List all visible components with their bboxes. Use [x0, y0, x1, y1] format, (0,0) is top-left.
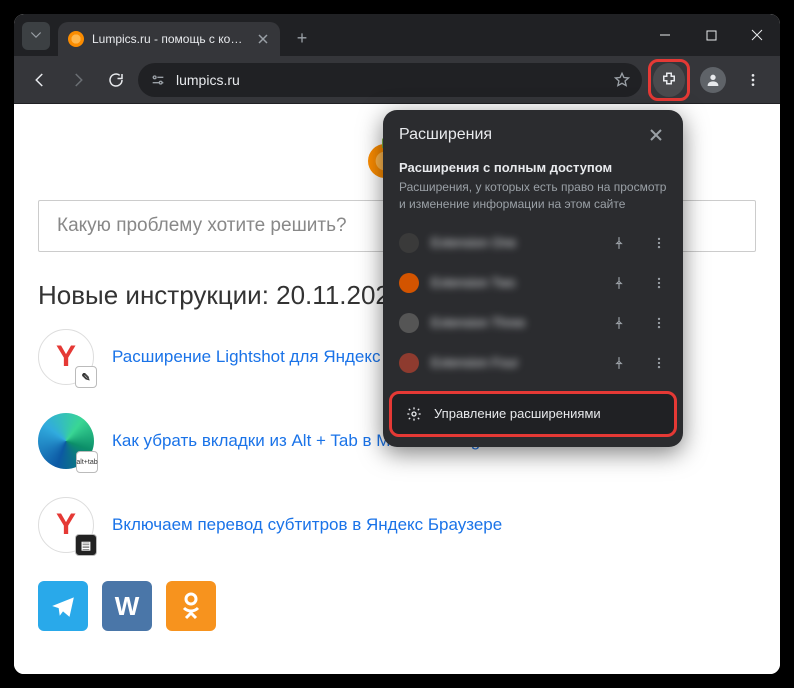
back-button[interactable] [24, 64, 56, 96]
extension-icon [399, 313, 419, 333]
extension-row[interactable]: Extension Four [383, 343, 683, 383]
extension-row[interactable]: Extension One [383, 223, 683, 263]
article-icon-edge: alt+tab [38, 413, 94, 469]
extension-name: Extension Four [431, 355, 593, 370]
browser-tab[interactable]: Lumpics.ru - помощь с компью [58, 22, 280, 56]
forward-button[interactable] [62, 64, 94, 96]
article-icon-yandex: Y ▤ [38, 497, 94, 553]
dropdown-section-title: Расширения с полным доступом [383, 152, 683, 179]
more-icon[interactable] [645, 229, 673, 257]
article-link[interactable]: Расширение Lightshot для Яндекс [112, 347, 381, 367]
extensions-button[interactable] [653, 63, 685, 97]
extension-name: Extension One [431, 235, 593, 250]
extensions-dropdown: Расширения Расширения с полным доступом … [383, 110, 683, 447]
gear-icon [406, 406, 422, 422]
reload-button[interactable] [100, 64, 132, 96]
more-icon[interactable] [645, 269, 673, 297]
more-icon[interactable] [645, 349, 673, 377]
article-item: Y ▤ Включаем перевод субтитров в Яндекс … [38, 497, 756, 553]
url-text: lumpics.ru [176, 72, 604, 88]
avatar-icon [700, 67, 726, 93]
new-tab-button[interactable]: + [288, 24, 316, 52]
tab-favicon [68, 31, 84, 47]
badge-subtitle-icon: ▤ [75, 534, 97, 556]
chrome-menu-button[interactable] [736, 63, 770, 97]
manage-extensions-button[interactable]: Управление расширениями [389, 391, 677, 437]
pin-icon[interactable] [605, 349, 633, 377]
bookmark-star-icon[interactable] [614, 72, 630, 88]
pin-icon[interactable] [605, 229, 633, 257]
vk-button[interactable]: W [102, 581, 152, 631]
extension-row[interactable]: Extension Two [383, 263, 683, 303]
dropdown-section-desc: Расширения, у которых есть право на прос… [383, 179, 683, 223]
dropdown-title: Расширения [399, 126, 492, 144]
extension-icon [399, 273, 419, 293]
article-icon-yandex: Y ✎ [38, 329, 94, 385]
pin-icon[interactable] [605, 269, 633, 297]
browser-window: Lumpics.ru - помощь с компью + lumpics.r… [12, 12, 782, 676]
extensions-button-highlight [648, 59, 690, 101]
title-bar: Lumpics.ru - помощь с компью + [14, 14, 780, 56]
extension-row[interactable]: Extension Three [383, 303, 683, 343]
address-bar[interactable]: lumpics.ru [138, 63, 642, 97]
telegram-button[interactable] [38, 581, 88, 631]
badge-pencil-icon: ✎ [75, 366, 97, 388]
minimize-button[interactable] [642, 14, 688, 56]
ok-button[interactable] [166, 581, 216, 631]
tab-search-button[interactable] [22, 22, 50, 50]
manage-extensions-label: Управление расширениями [434, 406, 601, 421]
extension-name: Extension Three [431, 315, 593, 330]
close-tab-icon[interactable] [256, 32, 270, 46]
close-window-button[interactable] [734, 14, 780, 56]
site-settings-icon[interactable] [150, 72, 166, 88]
badge-alttab-icon: alt+tab [76, 451, 98, 473]
maximize-button[interactable] [688, 14, 734, 56]
article-link[interactable]: Включаем перевод субтитров в Яндекс Брау… [112, 515, 502, 535]
window-controls [642, 14, 780, 56]
tab-title: Lumpics.ru - помощь с компью [92, 32, 248, 46]
extension-icon [399, 353, 419, 373]
search-placeholder: Какую проблему хотите решить? [57, 215, 347, 237]
extension-name: Extension Two [431, 275, 593, 290]
extension-icon [399, 233, 419, 253]
profile-button[interactable] [696, 63, 730, 97]
toolbar: lumpics.ru [14, 56, 780, 104]
close-dropdown-button[interactable] [645, 124, 667, 146]
more-icon[interactable] [645, 309, 673, 337]
social-row: W [38, 581, 756, 631]
pin-icon[interactable] [605, 309, 633, 337]
